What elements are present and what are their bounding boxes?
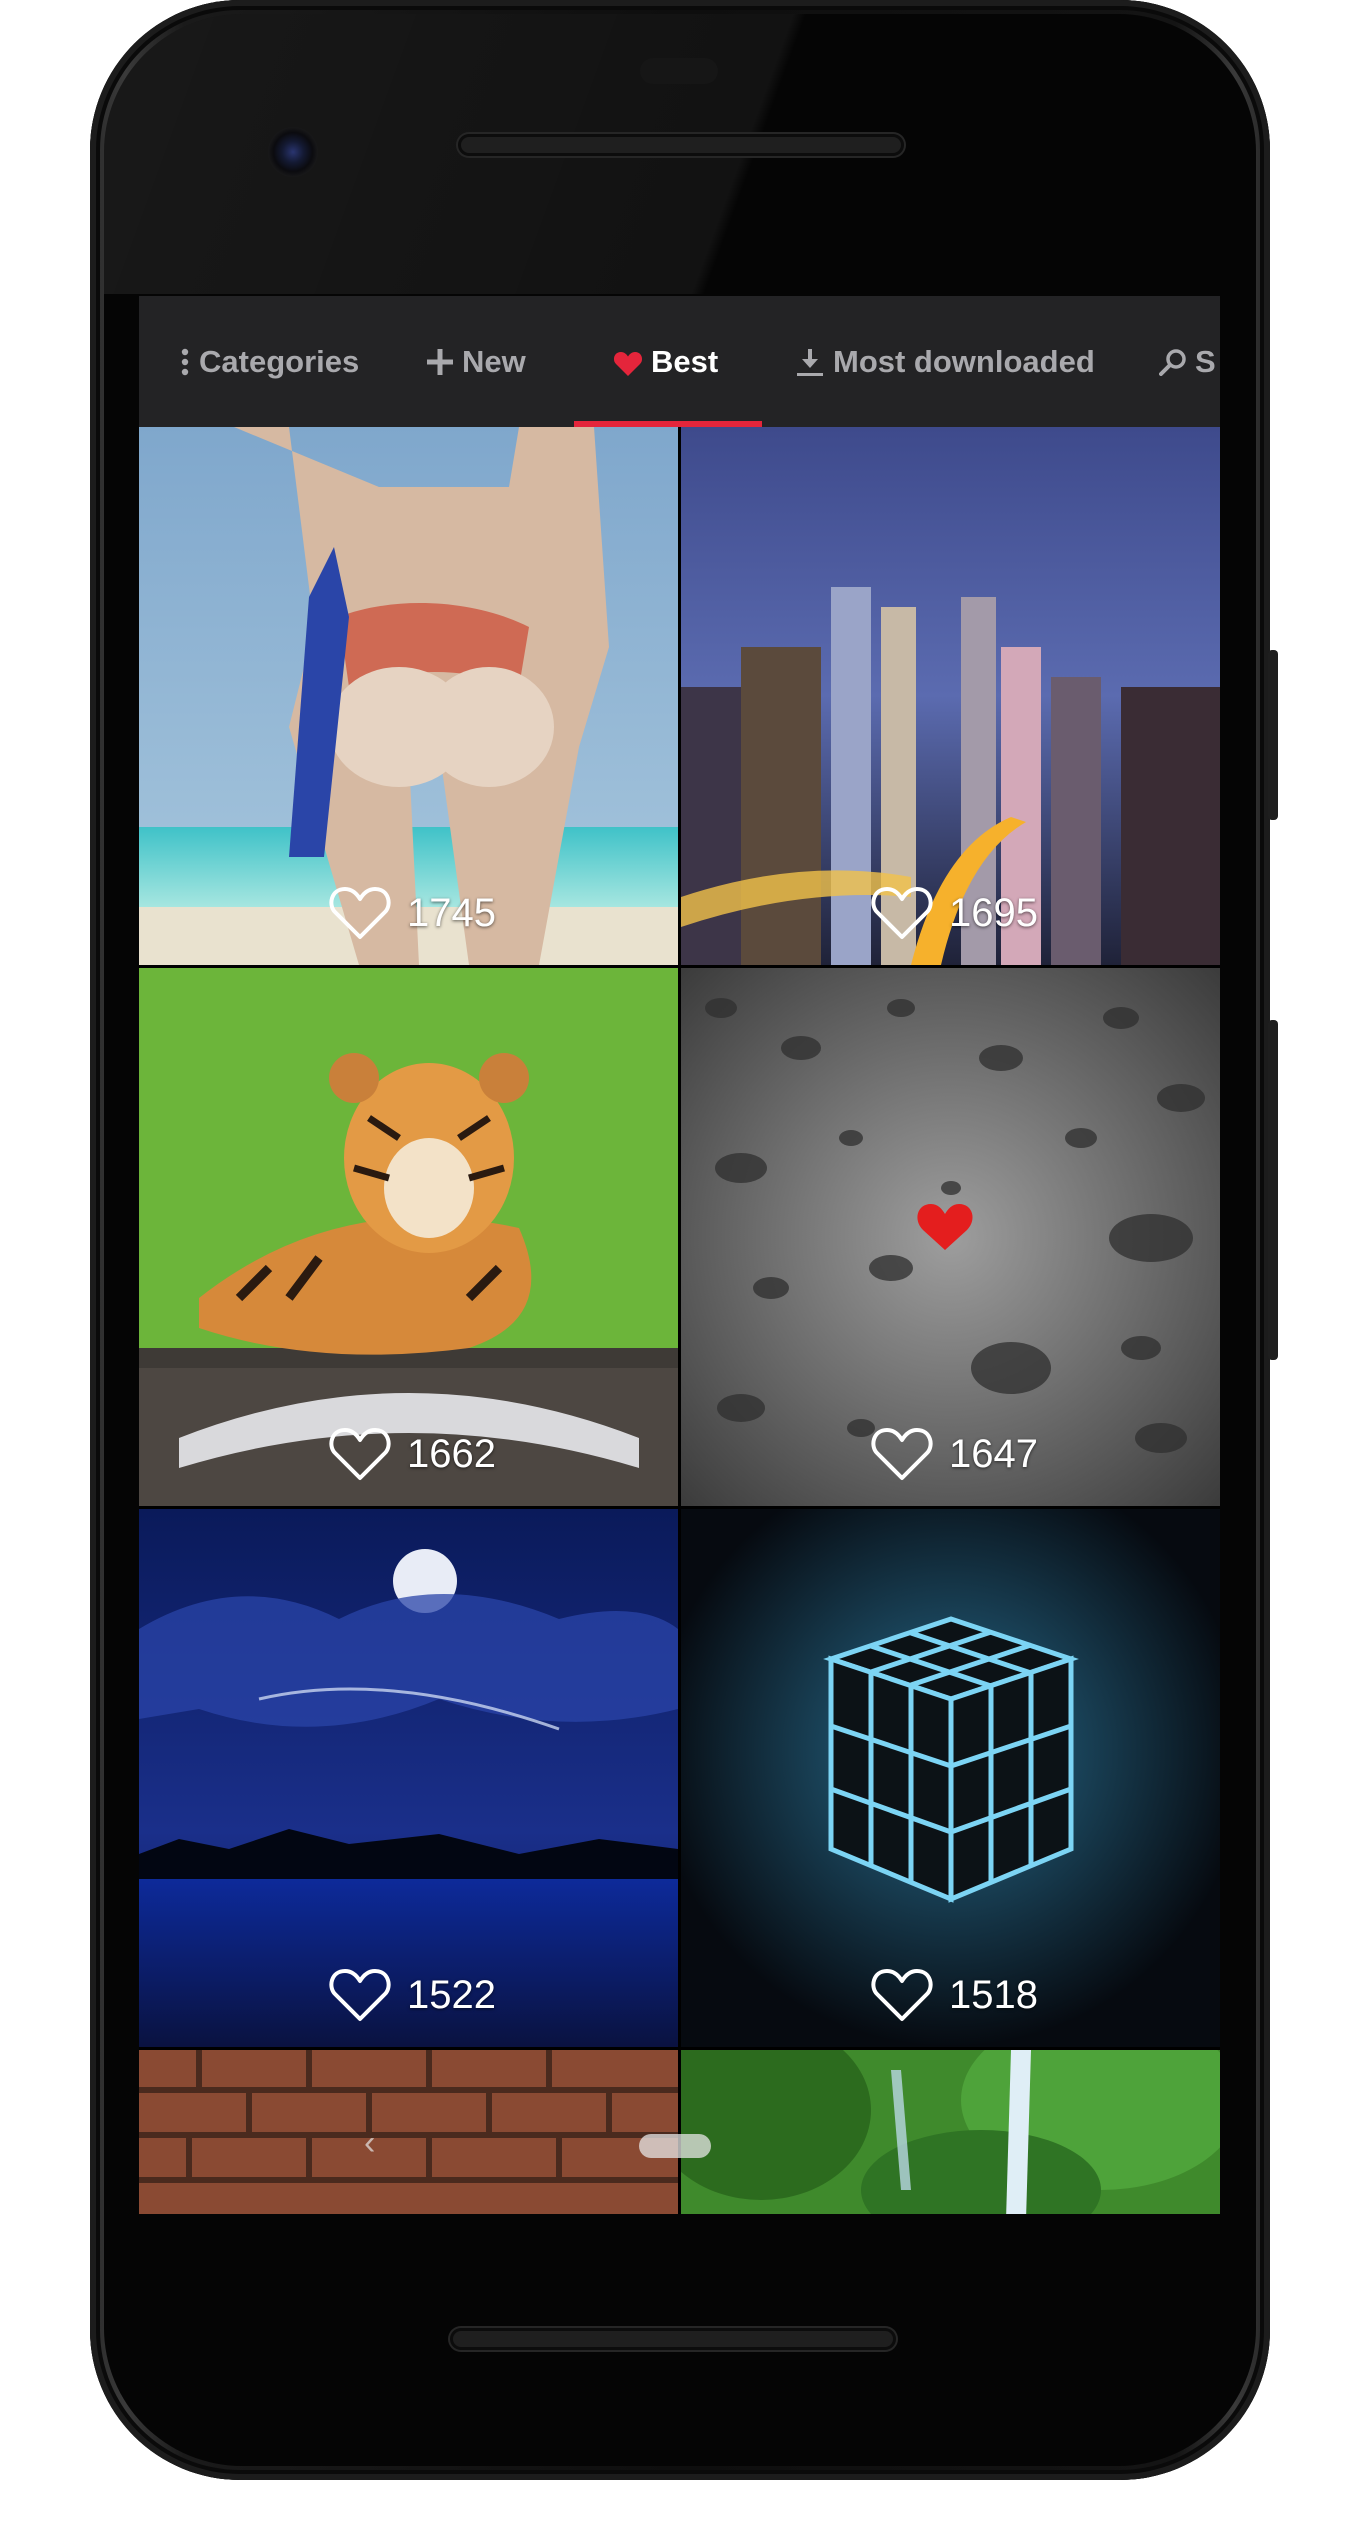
like-count: 1662 <box>329 1426 496 1482</box>
wallpaper-image-waterfall <box>681 2050 1220 2214</box>
wallpaper-tile[interactable] <box>681 2050 1220 2214</box>
like-count: 1745 <box>329 885 496 941</box>
like-count-value: 1522 <box>407 1972 496 2017</box>
tab-label: Categories <box>199 343 360 379</box>
wallpaper-tile[interactable]: 1745 <box>139 427 678 965</box>
front-camera <box>268 127 318 177</box>
tab-label: Most downloaded <box>833 343 1095 379</box>
wallpaper-tile[interactable]: 1647 <box>681 968 1220 1506</box>
tab-new[interactable]: New <box>426 296 526 427</box>
tab-most-downloaded[interactable]: Most downloaded <box>795 296 1095 427</box>
wallpaper-tile[interactable]: 1662 <box>139 968 678 1506</box>
download-icon <box>795 347 825 377</box>
like-count: 1647 <box>871 1426 1038 1482</box>
heart-outline-icon <box>329 1969 391 2021</box>
nav-back-icon[interactable]: ‹ <box>364 2124 375 2163</box>
tab-bar: Categories New Best Most downloaded S <box>139 296 1220 427</box>
heart-outline-icon <box>871 1969 933 2021</box>
like-count-value: 1647 <box>949 1431 1038 1476</box>
bottom-speaker <box>450 2328 896 2350</box>
like-count: 1518 <box>871 1967 1038 2023</box>
heart-outline-icon <box>871 887 933 939</box>
tab-categories[interactable]: Categories <box>181 296 359 427</box>
volume-button <box>1268 1020 1278 1360</box>
plus-icon <box>426 348 454 376</box>
like-count: 1695 <box>871 885 1038 941</box>
like-count: 1522 <box>329 1967 496 2023</box>
tab-search[interactable]: S <box>1159 296 1216 427</box>
wallpaper-image-brick-wall <box>139 2050 678 2214</box>
like-count-value: 1745 <box>407 890 496 935</box>
like-count-value: 1518 <box>949 1972 1038 2017</box>
heart-outline-icon <box>871 1428 933 1480</box>
heart-icon <box>613 349 643 376</box>
heart-outline-icon <box>329 1428 391 1480</box>
vertical-dots-icon <box>181 348 189 376</box>
wallpaper-tile[interactable]: 1522 <box>139 1509 678 2047</box>
search-icon <box>1159 348 1187 376</box>
like-count-value: 1695 <box>949 890 1038 935</box>
heart-outline-icon <box>329 887 391 939</box>
tab-label: New <box>462 343 526 379</box>
proximity-sensor <box>640 58 718 84</box>
home-gesture-pill[interactable] <box>639 2134 711 2158</box>
app-screen: Categories New Best Most downloaded S 17… <box>139 296 1220 2214</box>
wallpaper-tile[interactable]: 1695 <box>681 427 1220 965</box>
power-button <box>1268 650 1278 820</box>
tab-label: S <box>1195 343 1216 379</box>
top-speaker <box>458 134 904 156</box>
wallpaper-tile[interactable]: 1518 <box>681 1509 1220 2047</box>
wallpaper-tile[interactable] <box>139 2050 678 2214</box>
tab-best[interactable]: Best <box>613 296 718 427</box>
tab-label: Best <box>651 343 719 379</box>
like-count-value: 1662 <box>407 1431 496 1476</box>
